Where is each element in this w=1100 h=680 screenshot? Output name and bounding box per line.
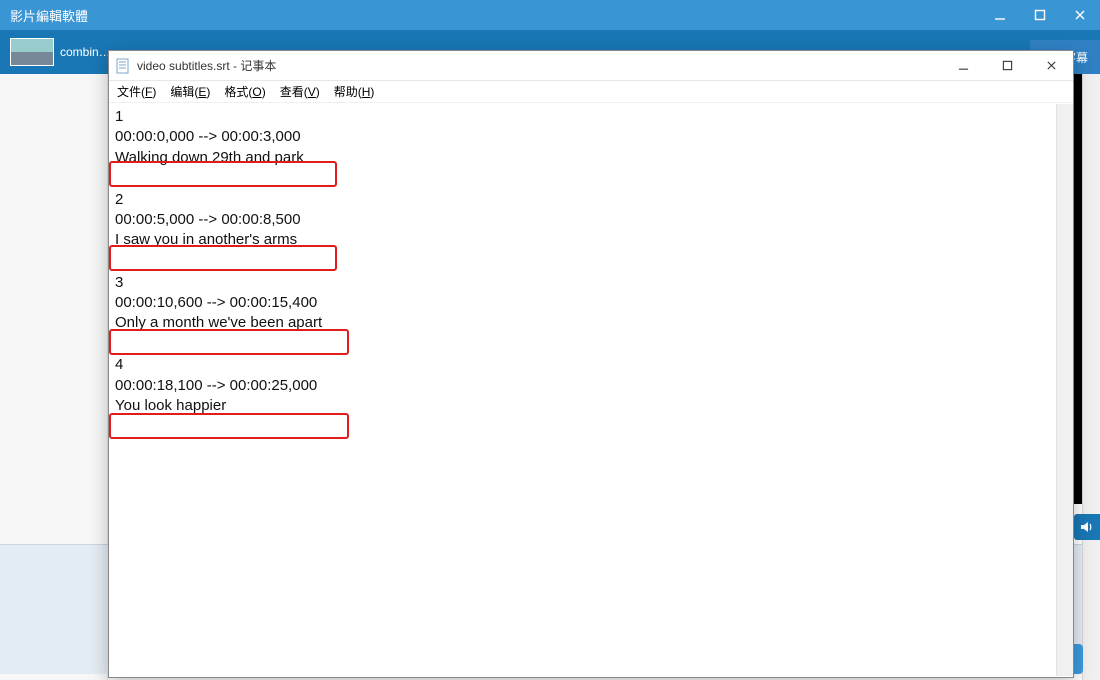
maximize-button[interactable] [1020,0,1060,30]
minimize-icon [958,60,969,71]
srt-timestamp: 00:00:18,100 --> 00:00:25,000 [115,376,1067,396]
minimize-button[interactable] [980,0,1020,30]
srt-text: You look happier [115,396,1067,416]
notepad-maximize-button[interactable] [985,51,1029,80]
srt-index: 4 [115,355,1067,375]
video-editor-scrollbar[interactable] [1082,74,1100,680]
file-thumbnail[interactable] [10,38,54,66]
srt-index: 2 [115,190,1067,210]
video-editor-title: 影片編輯軟體 [10,6,88,25]
notepad-close-button[interactable] [1029,51,1073,80]
notepad-window-controls [941,51,1073,80]
srt-timestamp: 00:00:5,000 --> 00:00:8,500 [115,210,1067,230]
menu-file[interactable]: 文件(F) [117,83,156,100]
file-tab-label[interactable]: combin… [60,45,111,59]
menu-help[interactable]: 帮助(H) [334,83,375,100]
srt-entry: 200:00:5,000 --> 00:00:8,500I saw you in… [115,190,1067,251]
srt-timestamp: 00:00:0,000 --> 00:00:3,000 [115,127,1067,147]
srt-text: Only a month we've been apart [115,313,1067,333]
minimize-icon [994,9,1006,21]
notepad-text-area[interactable]: 100:00:0,000 --> 00:00:3,000Walking down… [109,103,1073,677]
menu-view[interactable]: 查看(V) [280,83,320,100]
notepad-scrollbar[interactable] [1056,104,1073,676]
maximize-icon [1034,9,1046,21]
notepad-menubar: 文件(F) 编辑(E) 格式(O) 查看(V) 帮助(H) [109,81,1073,103]
sound-button[interactable] [1074,514,1100,540]
menu-edit[interactable]: 编辑(E) [170,83,210,100]
speaker-icon [1080,520,1094,534]
srt-index: 1 [115,107,1067,127]
maximize-icon [1002,60,1013,71]
video-editor-titlebar: 影片編輯軟體 [0,0,1100,30]
srt-timestamp: 00:00:10,600 --> 00:00:15,400 [115,293,1067,313]
highlight-annotation [109,413,349,439]
notepad-icon [115,58,131,74]
close-icon [1074,9,1086,21]
srt-entry: 300:00:10,600 --> 00:00:15,400Only a mon… [115,273,1067,334]
srt-text: Walking down 29th and park [115,148,1067,168]
srt-entry: 400:00:18,100 --> 00:00:25,000You look h… [115,355,1067,416]
notepad-titlebar: video subtitles.srt - 记事本 [109,51,1073,81]
close-icon [1046,60,1057,71]
video-editor-window-controls [980,0,1100,30]
notepad-title: video subtitles.srt - 记事本 [137,57,276,74]
srt-index: 3 [115,273,1067,293]
srt-entry: 100:00:0,000 --> 00:00:3,000Walking down… [115,107,1067,168]
notepad-window: video subtitles.srt - 记事本 文件(F) 编辑(E) 格式… [108,50,1074,678]
menu-format[interactable]: 格式(O) [224,83,265,100]
notepad-minimize-button[interactable] [941,51,985,80]
srt-text: I saw you in another's arms [115,230,1067,250]
close-button[interactable] [1060,0,1100,30]
